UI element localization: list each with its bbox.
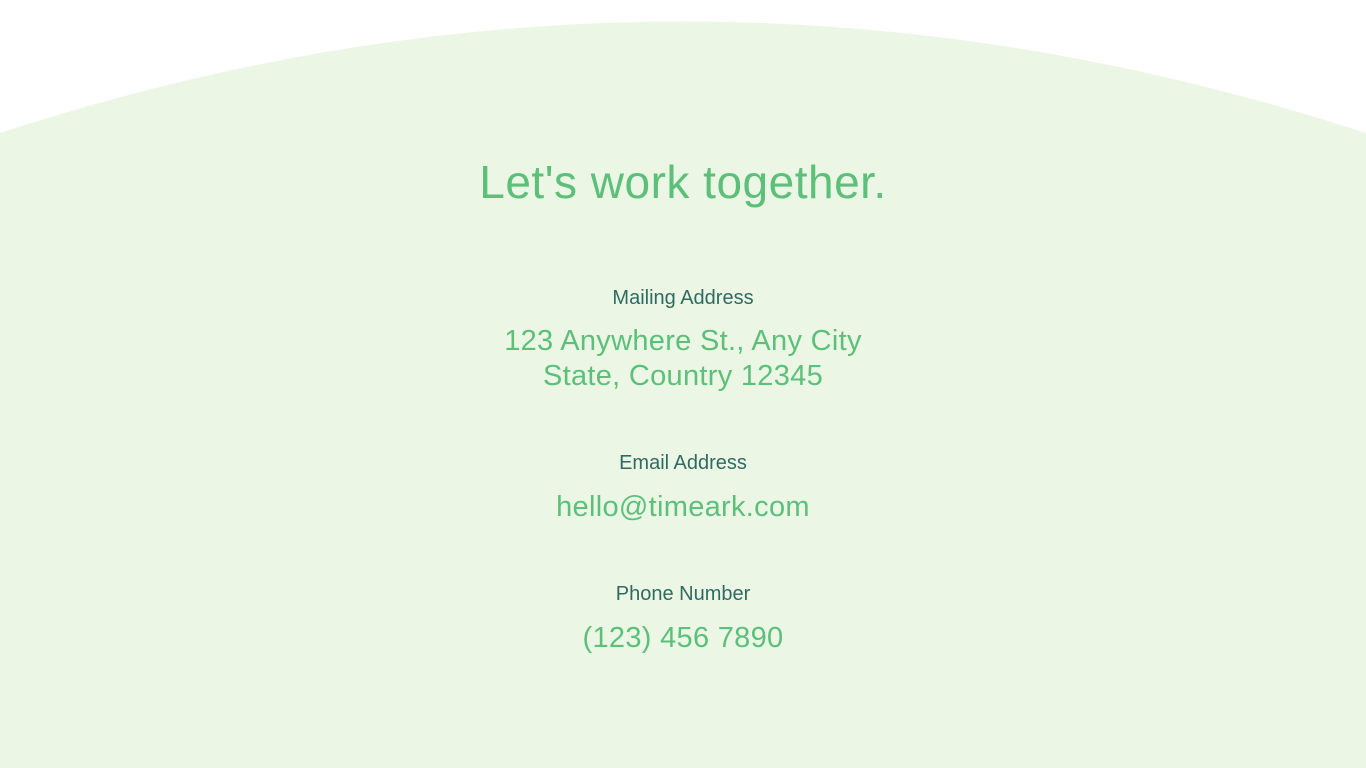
email-address-label: Email Address [619, 452, 747, 474]
mailing-address-label: Mailing Address [612, 287, 754, 309]
email-address-value: hello@timeark.com [556, 491, 810, 523]
contact-content: Let's work together. Mailing Address 123… [0, 0, 1366, 768]
mailing-address-line2: State, Country 12345 [542, 360, 824, 392]
mailing-address-line1: 123 Anywhere St., Any City [504, 325, 862, 357]
phone-number-value: (123) 456 7890 [582, 622, 784, 654]
phone-number-label: Phone Number [615, 583, 751, 605]
page-title: Let's work together. [479, 156, 887, 208]
contact-page: Let's work together. Mailing Address 123… [0, 0, 1366, 768]
